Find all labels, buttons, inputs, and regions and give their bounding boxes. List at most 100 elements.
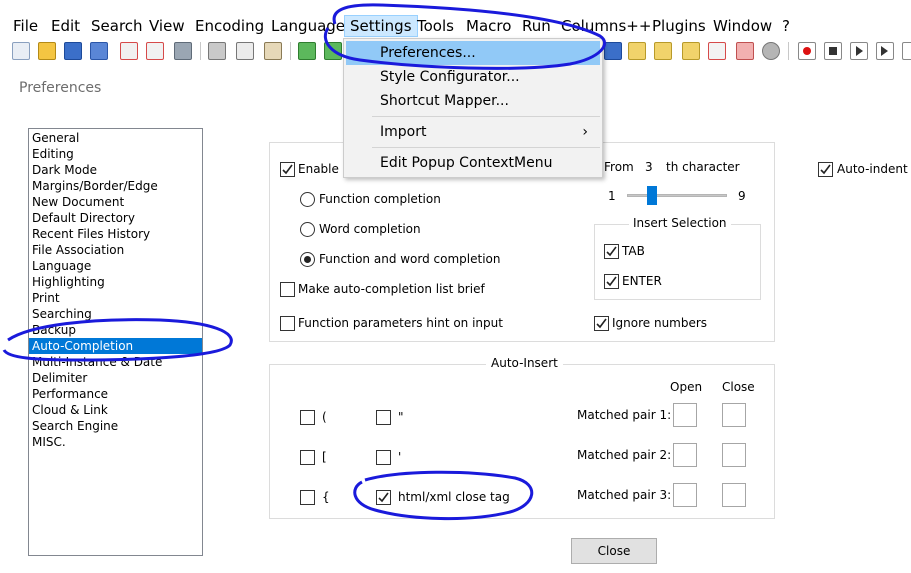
th-character-label: th character	[666, 160, 740, 174]
monitor-icon[interactable]	[762, 42, 780, 60]
open-header: Open	[670, 380, 703, 394]
pair1-close-input[interactable]	[722, 403, 746, 427]
copy-icon[interactable]	[236, 42, 254, 60]
bracket-label: [	[322, 450, 327, 464]
pair1-open-input[interactable]	[673, 403, 697, 427]
pair2-open-input[interactable]	[673, 443, 697, 467]
word-completion-radio[interactable]	[300, 222, 315, 237]
category-item[interactable]: Print	[29, 290, 202, 306]
insert-selection-group	[594, 224, 761, 300]
category-item[interactable]: Margins/Border/Edge	[29, 178, 202, 194]
menu-window[interactable]: Window	[713, 17, 772, 35]
close-file-icon[interactable]	[120, 42, 138, 60]
menu-language[interactable]: Language	[271, 17, 345, 35]
category-item[interactable]: General	[29, 130, 202, 146]
redo-icon[interactable]	[324, 42, 342, 60]
category-item[interactable]: Language	[29, 258, 202, 274]
new-file-icon[interactable]	[12, 42, 30, 60]
html-close-tag-checkbox[interactable]	[376, 490, 391, 505]
menu-help[interactable]: ?	[782, 17, 790, 35]
category-item[interactable]: Editing	[29, 146, 202, 162]
menu-run[interactable]: Run	[522, 17, 551, 35]
menu-item-style-configurator[interactable]: Style Configurator...	[346, 65, 600, 89]
character-slider-thumb[interactable]	[647, 186, 657, 205]
bracket-checkbox[interactable]	[300, 450, 315, 465]
category-item[interactable]: Performance	[29, 386, 202, 402]
auto-insert-title: Auto-Insert	[486, 356, 563, 370]
menu-item-edit-popup-context-menu[interactable]: Edit Popup ContextMenu	[346, 151, 600, 175]
toolbar-separator	[788, 42, 789, 60]
category-item[interactable]: Highlighting	[29, 274, 202, 290]
close-header: Close	[722, 380, 755, 394]
brace-checkbox[interactable]	[300, 490, 315, 505]
menu-plugins[interactable]: Plugins	[652, 17, 706, 35]
category-item[interactable]: New Document	[29, 194, 202, 210]
print-icon[interactable]	[174, 42, 192, 60]
category-item[interactable]: Dark Mode	[29, 162, 202, 178]
play-macro-icon[interactable]	[850, 42, 868, 60]
save-all-icon[interactable]	[90, 42, 108, 60]
category-item[interactable]: Backup	[29, 322, 202, 338]
record-macro-icon[interactable]	[798, 42, 816, 60]
menu-edit[interactable]: Edit	[51, 17, 80, 35]
save-macro-icon[interactable]	[902, 42, 911, 60]
menu-encoding[interactable]: Encoding	[195, 17, 264, 35]
folder-workspace-icon[interactable]	[708, 42, 726, 60]
indent-guide-icon[interactable]	[628, 42, 646, 60]
ignore-numbers-checkbox[interactable]	[594, 316, 609, 331]
tab-checkbox[interactable]	[604, 244, 619, 259]
pair1-label: Matched pair 1:	[577, 408, 672, 422]
function-word-completion-radio[interactable]	[300, 252, 315, 267]
project-icon[interactable]	[736, 42, 754, 60]
save-icon[interactable]	[64, 42, 82, 60]
undo-icon[interactable]	[298, 42, 316, 60]
open-folder-icon[interactable]	[38, 42, 56, 60]
close-all-icon[interactable]	[146, 42, 164, 60]
menu-file[interactable]: File	[13, 17, 38, 35]
menu-view[interactable]: View	[149, 17, 185, 35]
category-item[interactable]: Delimiter	[29, 370, 202, 386]
stop-macro-icon[interactable]	[824, 42, 842, 60]
category-item[interactable]: Searching	[29, 306, 202, 322]
squote-checkbox[interactable]	[376, 450, 391, 465]
category-item[interactable]: Search Engine	[29, 418, 202, 434]
category-item[interactable]: MISC.	[29, 434, 202, 450]
category-item[interactable]: Multi-Instance & Date	[29, 354, 202, 370]
from-value: 3	[645, 160, 653, 174]
menu-columns[interactable]: Columns++	[561, 17, 651, 35]
menu-settings[interactable]: Settings	[344, 15, 418, 37]
category-item[interactable]: Cloud & Link	[29, 402, 202, 418]
enable-autocompletion-checkbox[interactable]	[280, 162, 295, 177]
close-button[interactable]: Close	[571, 538, 657, 564]
wrap-icon[interactable]	[604, 42, 622, 60]
menu-tools[interactable]: Tools	[417, 17, 454, 35]
function-list-icon[interactable]	[682, 42, 700, 60]
doc-map-icon[interactable]	[654, 42, 672, 60]
category-list[interactable]: General Editing Dark Mode Margins/Border…	[28, 128, 203, 556]
character-slider-track[interactable]	[627, 194, 727, 197]
enter-label: ENTER	[622, 274, 662, 288]
ignore-numbers-label: Ignore numbers	[612, 316, 708, 330]
function-completion-radio[interactable]	[300, 192, 315, 207]
paste-icon[interactable]	[264, 42, 282, 60]
make-list-brief-checkbox[interactable]	[280, 282, 295, 297]
paren-checkbox[interactable]	[300, 410, 315, 425]
category-item[interactable]: Default Directory	[29, 210, 202, 226]
menu-item-import[interactable]: Import ›	[346, 120, 600, 144]
menu-item-shortcut-mapper[interactable]: Shortcut Mapper...	[346, 89, 600, 113]
menu-item-preferences[interactable]: Preferences...	[346, 41, 600, 65]
dquote-checkbox[interactable]	[376, 410, 391, 425]
cut-icon[interactable]	[208, 42, 226, 60]
param-hint-checkbox[interactable]	[280, 316, 295, 331]
enter-checkbox[interactable]	[604, 274, 619, 289]
category-item-selected[interactable]: Auto-Completion	[29, 338, 202, 354]
run-macro-multiple-icon[interactable]	[876, 42, 894, 60]
category-item[interactable]: File Association	[29, 242, 202, 258]
pair3-close-input[interactable]	[722, 483, 746, 507]
pair3-open-input[interactable]	[673, 483, 697, 507]
menu-macro[interactable]: Macro	[466, 17, 511, 35]
menu-search[interactable]: Search	[91, 17, 143, 35]
auto-indent-checkbox[interactable]	[818, 162, 833, 177]
pair2-close-input[interactable]	[722, 443, 746, 467]
category-item[interactable]: Recent Files History	[29, 226, 202, 242]
